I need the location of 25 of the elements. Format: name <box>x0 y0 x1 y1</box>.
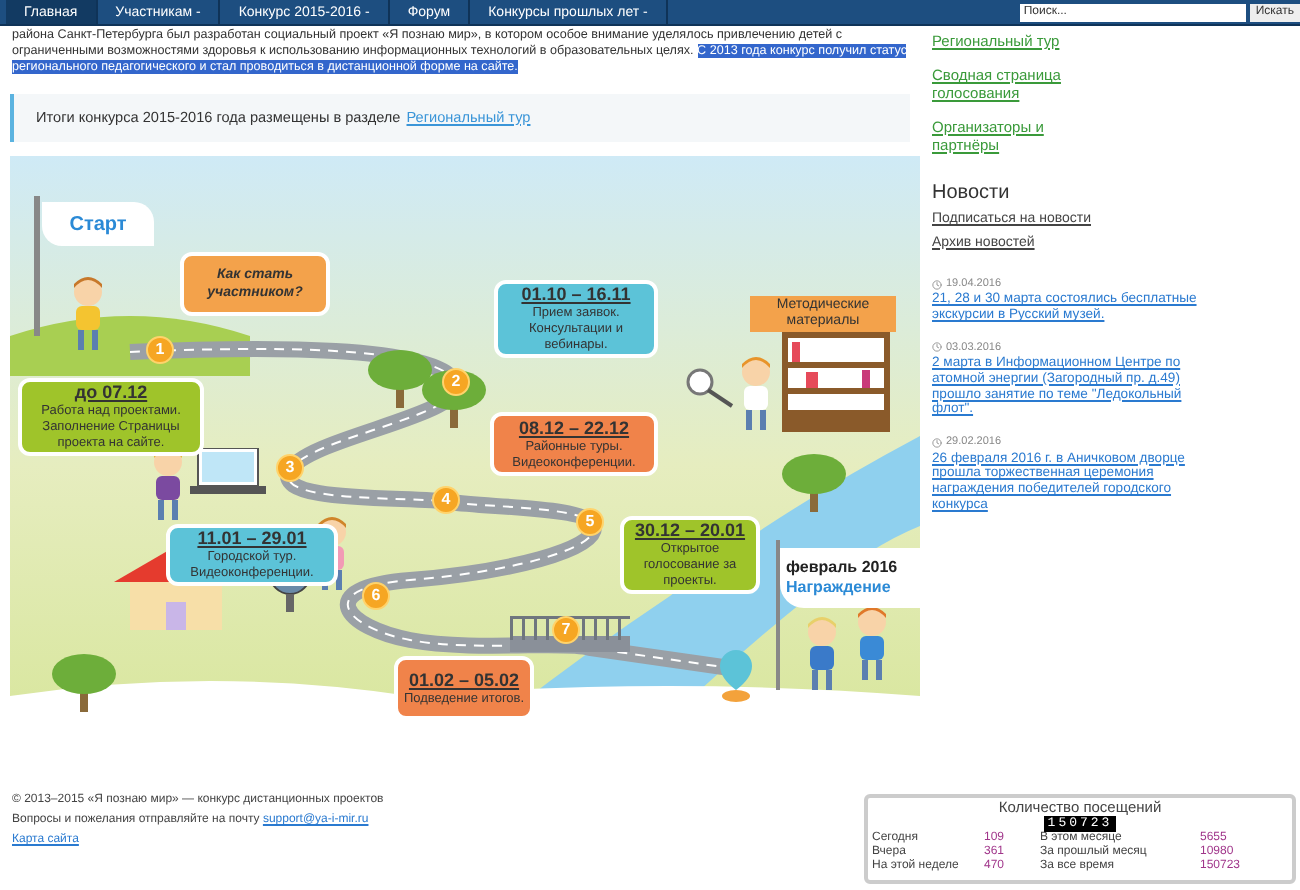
map-pin-icon <box>720 650 752 702</box>
step-date: до 07.12 <box>74 382 148 404</box>
finish-date: февраль 2016 <box>786 558 900 578</box>
step-number-badge: 3 <box>276 454 304 482</box>
tree-icon <box>780 452 848 512</box>
step-date: 01.10 – 16.11 <box>521 284 631 306</box>
bookshelf-icon <box>782 332 890 432</box>
tree-icon <box>366 348 434 408</box>
start-flag: Старт <box>42 202 154 246</box>
step-date: 08.12 – 22.12 <box>518 417 630 439</box>
flag-pole-icon <box>34 196 42 336</box>
magnifier-icon <box>684 366 736 410</box>
step-number-badge: 5 <box>576 508 604 536</box>
step-date: 11.01 – 29.01 <box>197 528 307 550</box>
step-number-badge: 4 <box>432 486 460 514</box>
clock-icon <box>932 279 942 290</box>
clock-icon <box>932 342 942 353</box>
finish-label: Награждение <box>786 578 893 598</box>
clock-icon <box>932 437 942 448</box>
step-date: 01.02 – 05.02 <box>408 669 520 691</box>
finish-flag-pole-icon <box>776 540 782 690</box>
step-number-badge: 6 <box>362 582 390 610</box>
news-heading: Новости <box>932 180 1012 208</box>
step-date: 30.12 – 20.01 <box>634 520 746 542</box>
tree-icon <box>50 652 118 712</box>
